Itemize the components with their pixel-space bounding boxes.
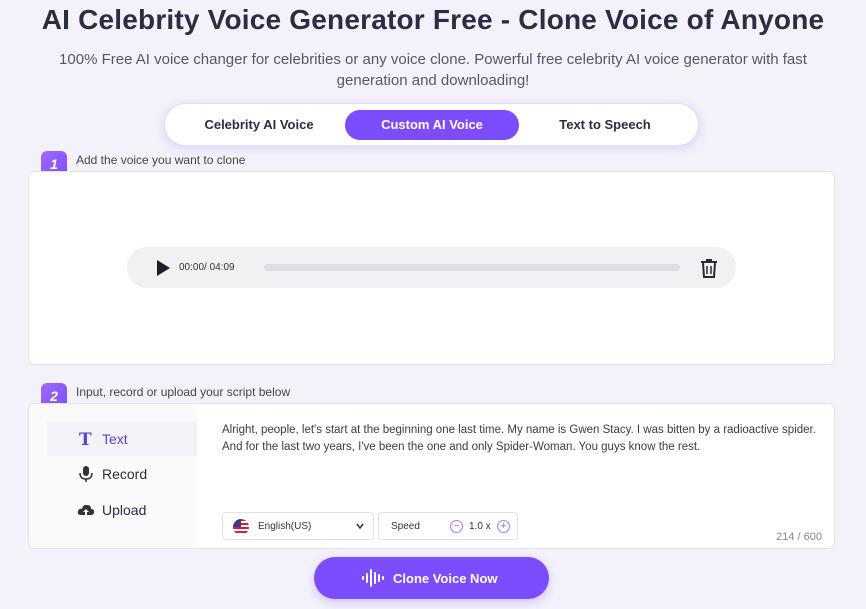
mode-record[interactable]: Record [47,457,197,491]
us-flag-icon [233,519,249,535]
mode-record-label: Record [102,466,148,482]
audio-time: 00:00/ 04:09 [179,262,235,273]
mode-text[interactable]: T Text [47,422,197,456]
audio-player: 00:00/ 04:09 [127,247,736,288]
cloud-upload-icon [77,504,95,515]
mode-text-label: Text [102,431,128,447]
tab-custom-ai-voice[interactable]: Custom AI Voice [345,110,519,140]
language-value: English(US) [258,521,312,532]
mode-tabs: Celebrity AI Voice Custom AI Voice Text … [164,103,699,146]
play-icon[interactable] [157,260,170,276]
mode-upload[interactable]: Upload [47,493,197,527]
script-panel: T Text Record Upload Alright, people, le… [28,403,835,549]
speed-label: Speed [391,521,420,532]
script-textarea[interactable]: Alright, people, let's start at the begi… [222,422,832,456]
speed-value: 1.0 x [469,521,491,532]
microphone-icon [79,466,93,482]
tab-text-to-speech[interactable]: Text to Speech [519,110,691,140]
clone-voice-button[interactable]: Clone Voice Now [314,557,549,599]
tab-celebrity-ai-voice[interactable]: Celebrity AI Voice [173,110,345,140]
trash-icon[interactable] [700,258,718,278]
page-subtitle: 100% Free AI voice changer for celebriti… [59,51,807,89]
clone-voice-label: Clone Voice Now [393,571,498,586]
speed-decrease-icon[interactable]: − [450,520,463,533]
audio-progress-track[interactable] [264,264,680,271]
step-2-label: Input, record or upload your script belo… [76,385,291,399]
page-title: AI Celebrity Voice Generator Free - Clon… [41,4,825,35]
step-1-label: Add the voice you want to clone [76,153,246,167]
svg-text:T: T [79,430,92,448]
text-icon: T [79,430,92,448]
language-select[interactable]: English(US) [222,512,374,540]
chevron-down-icon [356,523,364,530]
sound-wave-icon [362,569,384,587]
speed-control: Speed − 1.0 x + [378,512,518,540]
mode-upload-label: Upload [102,502,147,518]
character-counter: 214 / 600 [776,531,822,543]
speed-increase-icon[interactable]: + [497,520,510,533]
